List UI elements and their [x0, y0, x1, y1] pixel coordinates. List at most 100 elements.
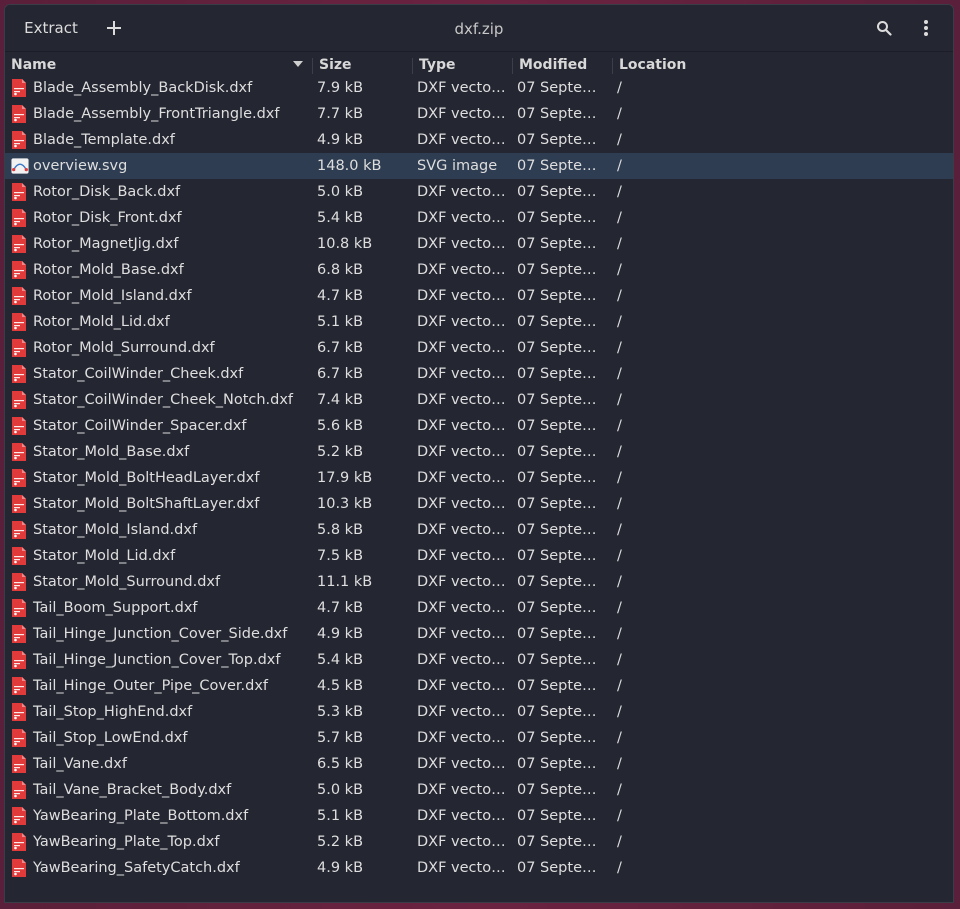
dxf-file-icon — [11, 751, 29, 777]
file-location: / — [617, 314, 622, 330]
extract-button[interactable]: Extract — [17, 13, 85, 43]
dxf-file-icon — [11, 543, 29, 569]
file-location: / — [617, 392, 622, 408]
file-name: Tail_Vane.dxf — [33, 756, 127, 772]
file-row[interactable]: Blade_Assembly_BackDisk.dxf 7.9 kB DXF vec… — [5, 75, 953, 101]
file-row[interactable]: Rotor_Disk_Back.dxf 5.0 kB DXF vecto… 07 Se… — [5, 179, 953, 205]
file-location: / — [617, 80, 622, 96]
file-row[interactable]: Tail_Boom_Support.dxf 4.7 kB DXF vecto… 07 … — [5, 595, 953, 621]
file-location: / — [617, 262, 622, 278]
file-name: Stator_CoilWinder_Spacer.dxf — [33, 418, 247, 434]
column-divider[interactable] — [512, 58, 513, 74]
file-row[interactable]: Rotor_Mold_Base.dxf 6.8 kB DXF vecto… 07 Se… — [5, 257, 953, 283]
file-row[interactable]: Stator_Mold_Surround.dxf 11.1 kB DXF vecto… — [5, 569, 953, 595]
file-row[interactable]: YawBearing_Plate_Bottom.dxf 5.1 kB DXF vec… — [5, 803, 953, 829]
file-row[interactable]: overview.svg 148.0 kB SVG image 07 Septe… / — [5, 153, 953, 179]
file-row[interactable]: Tail_Vane_Bracket_Body.dxf 5.0 kB DXF vect… — [5, 777, 953, 803]
file-row[interactable]: Blade_Assembly_FrontTriangle.dxf 7.7 kB DX… — [5, 101, 953, 127]
dxf-file-icon — [11, 309, 29, 335]
file-name: Stator_Mold_BoltHeadLayer.dxf — [33, 470, 260, 486]
file-size: 7.5 kB — [317, 548, 364, 564]
dxf-file-icon — [11, 829, 29, 855]
file-size: 5.3 kB — [317, 704, 364, 720]
file-modified: 07 Septe… — [517, 470, 597, 486]
file-location: / — [617, 756, 622, 772]
file-location: / — [617, 678, 622, 694]
file-row[interactable]: Tail_Stop_HighEnd.dxf 5.3 kB DXF vecto… 07 … — [5, 699, 953, 725]
file-modified: 07 Septe… — [517, 782, 597, 798]
file-name: Rotor_Disk_Front.dxf — [33, 210, 182, 226]
file-modified: 07 Septe… — [517, 158, 597, 174]
file-row[interactable]: Tail_Vane.dxf 6.5 kB DXF vecto… 07 Septe… / — [5, 751, 953, 777]
file-row[interactable]: Rotor_Mold_Surround.dxf 6.7 kB DXF vecto… 0… — [5, 335, 953, 361]
file-size: 4.9 kB — [317, 132, 364, 148]
file-modified: 07 Septe… — [517, 418, 597, 434]
file-location: / — [617, 470, 622, 486]
file-modified: 07 Septe… — [517, 756, 597, 772]
file-size: 7.7 kB — [317, 106, 364, 122]
file-location: / — [617, 782, 622, 798]
file-size: 4.7 kB — [317, 600, 364, 616]
file-modified: 07 Septe… — [517, 600, 597, 616]
file-row[interactable]: Stator_Mold_BoltShaftLayer.dxf 10.3 kB DXF… — [5, 491, 953, 517]
column-divider[interactable] — [612, 58, 613, 74]
file-location: / — [617, 236, 622, 252]
file-size: 5.4 kB — [317, 652, 364, 668]
file-row[interactable]: Stator_CoilWinder_Cheek.dxf 6.7 kB DXF vec… — [5, 361, 953, 387]
file-row[interactable]: YawBearing_SafetyCatch.dxf 4.9 kB DXF vect… — [5, 855, 953, 881]
file-location: / — [617, 496, 622, 512]
dxf-file-icon — [11, 621, 29, 647]
file-location: / — [617, 132, 622, 148]
dxf-file-icon — [11, 673, 29, 699]
file-name: Blade_Assembly_FrontTriangle.dxf — [33, 106, 280, 122]
column-divider[interactable] — [312, 58, 313, 74]
file-name: Rotor_Mold_Surround.dxf — [33, 340, 215, 356]
file-row[interactable]: Tail_Hinge_Junction_Cover_Top.dxf 5.4 kB D… — [5, 647, 953, 673]
dxf-file-icon — [11, 569, 29, 595]
file-row[interactable]: Rotor_Disk_Front.dxf 5.4 kB DXF vecto… 07 S… — [5, 205, 953, 231]
file-location: / — [617, 340, 622, 356]
file-name: Stator_Mold_Base.dxf — [33, 444, 190, 460]
add-files-button[interactable] — [99, 13, 129, 43]
dxf-file-icon — [11, 75, 29, 101]
file-size: 10.3 kB — [317, 496, 373, 512]
file-row[interactable]: Rotor_Mold_Island.dxf 4.7 kB DXF vecto… 07 … — [5, 283, 953, 309]
file-row[interactable]: YawBearing_Plate_Top.dxf 5.2 kB DXF vecto…… — [5, 829, 953, 855]
file-location: / — [617, 860, 622, 876]
file-modified: 07 Septe… — [517, 288, 597, 304]
file-row[interactable]: Rotor_Mold_Lid.dxf 5.1 kB DXF vecto… 07 Sep… — [5, 309, 953, 335]
file-row[interactable]: Stator_Mold_Lid.dxf 7.5 kB DXF vecto… 07 Se… — [5, 543, 953, 569]
file-name: Stator_CoilWinder_Cheek.dxf — [33, 366, 244, 382]
file-size: 5.0 kB — [317, 184, 364, 200]
file-name: Rotor_Mold_Island.dxf — [33, 288, 192, 304]
column-divider[interactable] — [412, 58, 413, 74]
file-type: DXF vecto… — [417, 704, 506, 720]
file-row[interactable]: Stator_Mold_Base.dxf 5.2 kB DXF vecto… 07 S… — [5, 439, 953, 465]
file-row[interactable]: Tail_Hinge_Outer_Pipe_Cover.dxf 4.5 kB DXF… — [5, 673, 953, 699]
file-modified: 07 Septe… — [517, 366, 597, 382]
main-menu-button[interactable] — [911, 13, 941, 43]
file-row[interactable]: Stator_CoilWinder_Cheek_Notch.dxf 7.4 kB D… — [5, 387, 953, 413]
file-type: DXF vecto… — [417, 392, 506, 408]
file-type: DXF vecto… — [417, 262, 506, 278]
file-row[interactable]: Rotor_MagnetJig.dxf 10.8 kB DXF vecto… 07 S… — [5, 231, 953, 257]
file-modified: 07 Septe… — [517, 236, 597, 252]
file-size: 11.1 kB — [317, 574, 373, 590]
file-row[interactable]: Stator_CoilWinder_Spacer.dxf 5.6 kB DXF ve… — [5, 413, 953, 439]
file-location: / — [617, 600, 622, 616]
search-button[interactable] — [869, 13, 899, 43]
file-type: DXF vecto… — [417, 834, 506, 850]
file-row[interactable]: Stator_Mold_BoltHeadLayer.dxf 17.9 kB DXF … — [5, 465, 953, 491]
file-row[interactable]: Blade_Template.dxf 4.9 kB DXF vecto… 07 Sep… — [5, 127, 953, 153]
file-location: / — [617, 730, 622, 746]
file-row[interactable]: Tail_Stop_LowEnd.dxf 5.7 kB DXF vecto… 07 S… — [5, 725, 953, 751]
file-name: Rotor_MagnetJig.dxf — [33, 236, 179, 252]
file-modified: 07 Septe… — [517, 548, 597, 564]
file-row[interactable]: Tail_Hinge_Junction_Cover_Side.dxf 4.9 kB… — [5, 621, 953, 647]
dxf-file-icon — [11, 179, 29, 205]
dxf-file-icon — [11, 803, 29, 829]
file-row[interactable]: Stator_Mold_Island.dxf 5.8 kB DXF vecto… 07… — [5, 517, 953, 543]
dxf-file-icon — [11, 361, 29, 387]
file-size: 5.1 kB — [317, 314, 364, 330]
file-size: 4.9 kB — [317, 860, 364, 876]
